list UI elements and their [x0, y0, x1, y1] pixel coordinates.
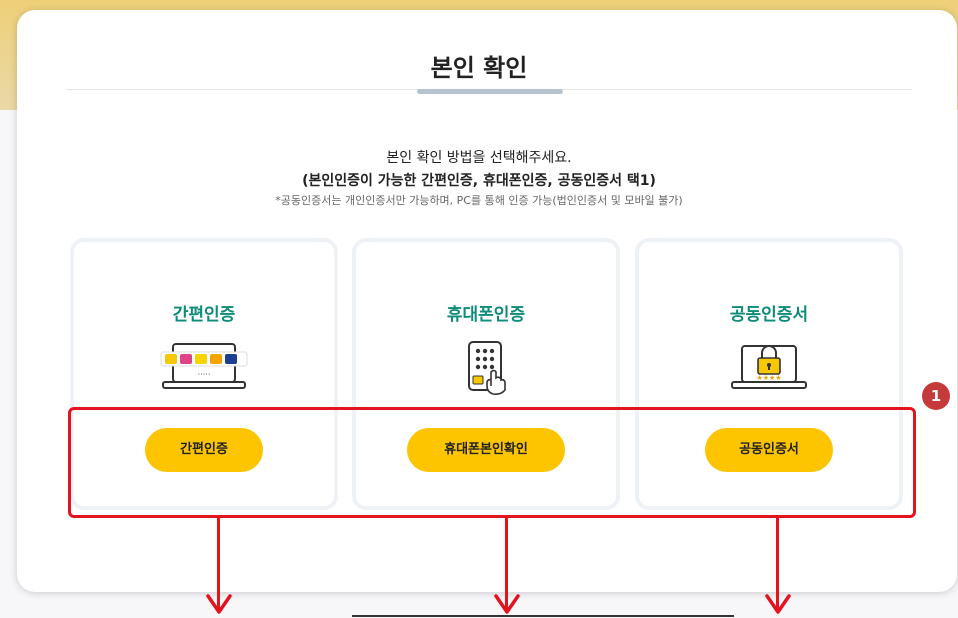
instruction-text: 본인 확인 방법을 선택해주세요. [386, 150, 572, 166]
simple-auth-laptop-icon: ····· [160, 343, 248, 389]
arrow-down-icon [206, 594, 232, 614]
svg-text:★★★★: ★★★★ [756, 374, 781, 382]
certificate-lock-laptop-icon: ★★★★ [731, 345, 807, 389]
card-title: 공동인증서 [729, 305, 809, 325]
card-title: 간편인증 [172, 305, 236, 325]
bottom-divider [352, 615, 734, 617]
arrow-down-icon [765, 594, 791, 614]
step-badge: 1 [922, 382, 950, 410]
title-underline-bar [417, 89, 563, 94]
card-title: 휴대폰인증 [446, 305, 526, 325]
certificate-note: *공동인증서는 개인인증서만 가능하며, PC를 통해 인증 가능(법인인증서 … [275, 194, 683, 207]
svg-text:·····: ····· [198, 370, 211, 379]
page-title: 본인 확인 [430, 54, 528, 82]
highlight-box [68, 407, 916, 518]
instruction-subtext: (본인인증이 가능한 간편인증, 휴대폰인증, 공동인증서 택1) [302, 173, 656, 189]
arrow-down-icon [494, 594, 520, 614]
phone-keypad-icon [468, 341, 506, 395]
